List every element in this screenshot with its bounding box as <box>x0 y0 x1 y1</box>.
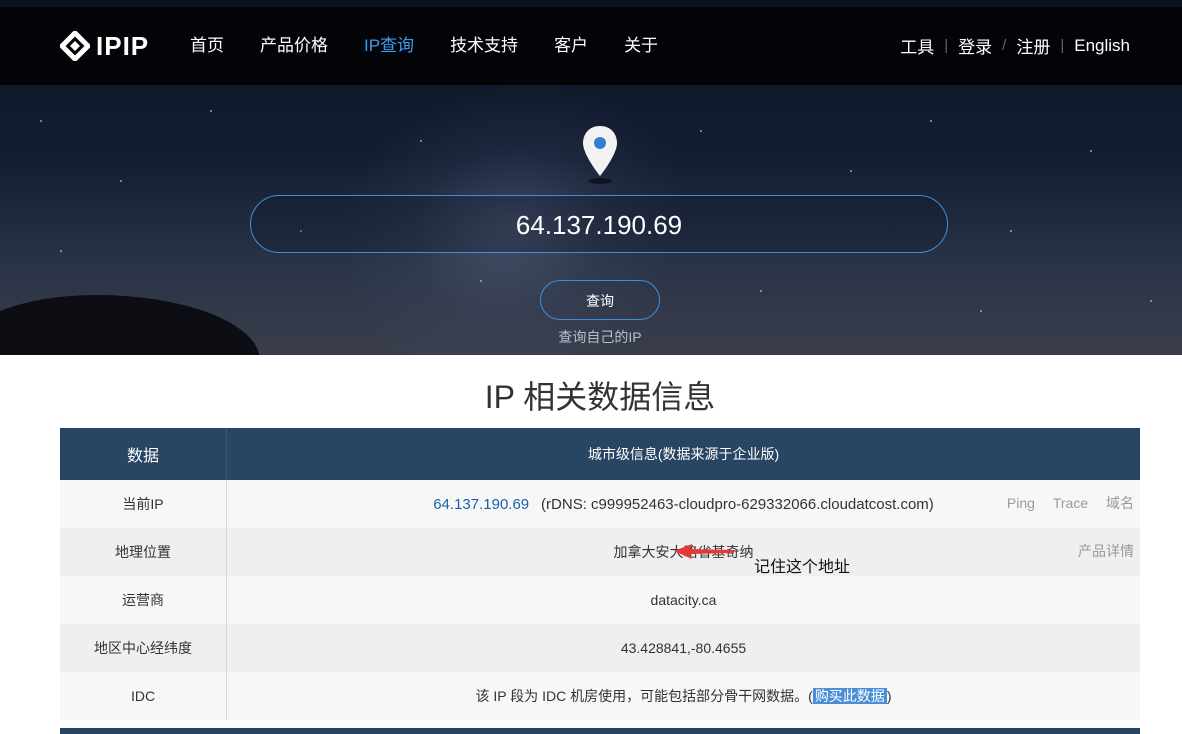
login-link[interactable]: 登录 <box>958 33 992 58</box>
table-row-idc: IDC 该 IP 段为 IDC 机房使用，可能包括部分骨干网数据。(购买此数据) <box>60 672 1140 720</box>
nav-divider: / <box>1002 37 1007 54</box>
right-nav: 工具 | 登录 / 注册 | English <box>900 33 1130 58</box>
table-row-current-ip: 当前IP 64.137.190.69 (rDNS: c999952463-clo… <box>60 480 1140 528</box>
tools-link[interactable]: 工具 <box>900 33 934 58</box>
row-value: 64.137.190.69 (rDNS: c999952463-cloudpro… <box>226 480 1140 528</box>
idc-text-suffix: ) <box>886 688 892 704</box>
table-row-coords: 地区中心经纬度 43.428841,-80.4655 <box>60 624 1140 672</box>
nav-item-pricing[interactable]: 产品价格 <box>260 33 328 59</box>
row-label: 运营商 <box>60 576 227 624</box>
current-ip-value[interactable]: 64.137.190.69 <box>433 496 529 513</box>
nav-divider: | <box>1060 37 1065 54</box>
table-header-city-info: 城市级信息(数据来源于企业版) <box>226 428 1140 480</box>
top-nav-bar: IPIP 首页 产品价格 IP查询 技术支持 客户 关于 工具 | 登录 / 注… <box>0 7 1182 85</box>
query-button[interactable]: 查询 <box>540 280 660 320</box>
english-link[interactable]: English <box>1074 36 1130 56</box>
row-label: 地理位置 <box>60 528 227 576</box>
nav-item-ip-query[interactable]: IP查询 <box>364 33 414 59</box>
nav-item-customers[interactable]: 客户 <box>554 33 588 59</box>
table-row-isp: 运营商 datacity.ca <box>60 576 1140 624</box>
logo-diamond-icon <box>58 29 92 63</box>
buy-data-link[interactable]: 购买此数据 <box>812 688 887 704</box>
table-row-location: 地理位置 加拿大安大略省基奇纳 产品详情 <box>60 528 1140 576</box>
red-arrow-icon <box>674 544 734 559</box>
product-detail-link[interactable]: 产品详情 <box>1078 543 1134 559</box>
row-value: 该 IP 段为 IDC 机房使用，可能包括部分骨干网数据。(购买此数据) <box>226 672 1140 720</box>
ping-link[interactable]: Ping <box>1007 495 1035 511</box>
row-label: 地区中心经纬度 <box>60 624 227 672</box>
nav-item-support[interactable]: 技术支持 <box>450 33 518 59</box>
section-title: IP 相关数据信息 <box>484 379 716 415</box>
query-own-ip-link[interactable]: 查询自己的IP <box>0 327 1182 347</box>
next-table-header <box>60 728 1140 734</box>
domain-link[interactable]: 域名 <box>1106 495 1134 511</box>
logo[interactable]: IPIP <box>58 29 150 63</box>
nav-item-about[interactable]: 关于 <box>624 33 658 59</box>
location-tools: 产品详情 <box>1064 528 1134 574</box>
ip-search-input[interactable]: 64.137.190.69 <box>250 195 948 253</box>
trace-link[interactable]: Trace <box>1053 495 1088 511</box>
isp-value: datacity.ca <box>226 576 1140 624</box>
table-header-data: 数据 <box>60 428 227 480</box>
row-label: 当前IP <box>60 480 227 528</box>
main-nav: 首页 产品价格 IP查询 技术支持 客户 关于 <box>190 33 694 59</box>
logo-text: IPIP <box>96 30 150 61</box>
nav-item-home[interactable]: 首页 <box>190 33 224 59</box>
ip-info-table: 数据 城市级信息(数据来源于企业版) 当前IP 64.137.190.69 (r… <box>60 428 1140 720</box>
annotation-text: 记住这个地址 <box>754 559 851 576</box>
nav-divider: | <box>944 37 949 54</box>
row-label: IDC <box>60 672 227 720</box>
register-link[interactable]: 注册 <box>1016 33 1050 58</box>
coords-value: 43.428841,-80.4655 <box>226 624 1140 672</box>
location-pin-icon <box>580 124 620 186</box>
ip-tools: Ping Trace 域名 <box>993 480 1134 526</box>
rdns-value: (rDNS: c999952463-cloudpro-629332066.clo… <box>541 495 934 513</box>
idc-text: 该 IP 段为 IDC 机房使用，可能包括部分骨干网数据。( <box>475 688 813 704</box>
